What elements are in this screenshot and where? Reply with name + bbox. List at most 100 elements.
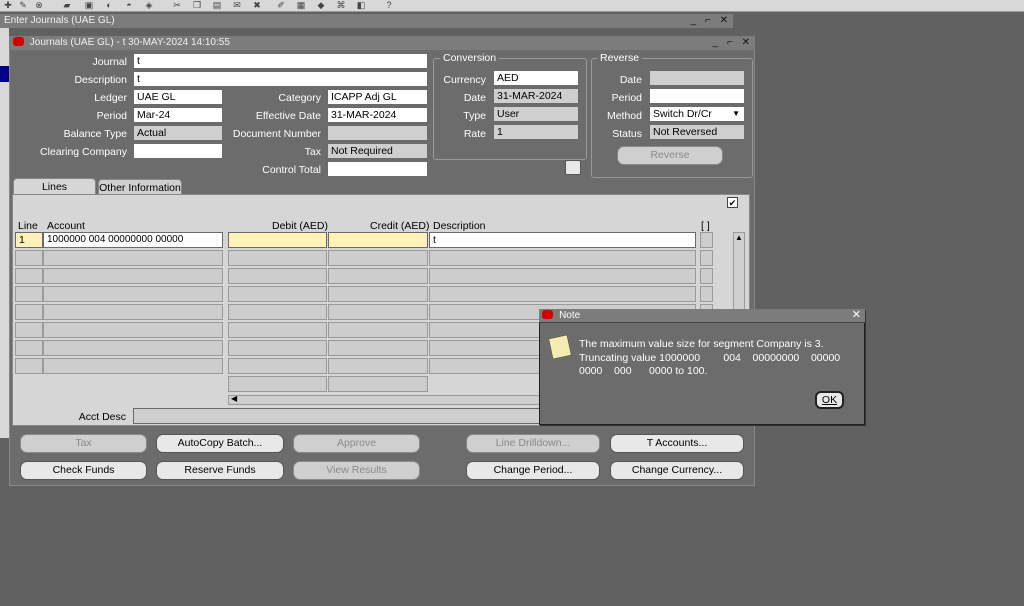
t-accounts-button[interactable]: T Accounts... bbox=[610, 434, 744, 453]
help-icon[interactable]: ? bbox=[384, 1, 394, 10]
table-row[interactable] bbox=[228, 250, 327, 266]
clear-record-icon[interactable]: ✉ bbox=[232, 1, 242, 10]
control-total-field[interactable] bbox=[327, 161, 428, 177]
acct-desc-field bbox=[133, 408, 540, 424]
table-row[interactable] bbox=[328, 250, 428, 266]
line-drilldown-button[interactable]: Line Drilldown... bbox=[466, 434, 600, 453]
conversion-title: Conversion bbox=[440, 52, 500, 64]
effective-date-field[interactable]: 31-MAR-2024 bbox=[327, 107, 428, 123]
tax-button[interactable]: Tax bbox=[20, 434, 147, 453]
edit-field-icon[interactable]: ✐ bbox=[276, 1, 286, 10]
table-row[interactable] bbox=[43, 268, 223, 284]
scroll-up-icon[interactable]: ▲ bbox=[735, 233, 743, 242]
scroll-left-icon[interactable]: ◀ bbox=[231, 394, 237, 403]
navigator-icon[interactable]: ⊗ bbox=[34, 1, 44, 10]
folder-icon[interactable]: ▰ bbox=[62, 1, 72, 10]
table-row[interactable] bbox=[43, 286, 223, 302]
outer-window-controls[interactable]: _ ⌐ ✕ bbox=[691, 14, 731, 27]
table-row[interactable] bbox=[228, 304, 327, 320]
journals-window-controls[interactable]: _ ⌐ ✕ bbox=[713, 36, 753, 49]
table-row[interactable] bbox=[328, 286, 428, 302]
table-row[interactable] bbox=[43, 250, 223, 266]
save-icon[interactable]: ▣ bbox=[84, 1, 94, 10]
delete-icon[interactable]: ✖ bbox=[252, 1, 262, 10]
table-row[interactable] bbox=[15, 286, 43, 302]
view-results-button[interactable]: View Results bbox=[293, 461, 420, 480]
paste-icon[interactable]: ▤ bbox=[212, 1, 222, 10]
folder-tools-icon[interactable]: ◧ bbox=[356, 1, 366, 10]
table-row[interactable] bbox=[43, 340, 223, 356]
row1-debit[interactable] bbox=[228, 232, 327, 248]
next-step-icon[interactable]: ◐ bbox=[104, 1, 114, 10]
table-row[interactable] bbox=[328, 358, 428, 374]
table-row[interactable] bbox=[228, 268, 327, 284]
attachments-icon[interactable]: ⌘ bbox=[336, 1, 346, 10]
table-row[interactable] bbox=[228, 322, 327, 338]
table-row[interactable] bbox=[429, 250, 696, 266]
table-row[interactable] bbox=[328, 268, 428, 284]
table-row[interactable] bbox=[328, 304, 428, 320]
find-icon[interactable]: ✎ bbox=[18, 1, 28, 10]
table-row[interactable] bbox=[15, 340, 43, 356]
horizontal-scrollbar[interactable]: ◀ bbox=[228, 394, 540, 405]
table-row[interactable] bbox=[228, 286, 327, 302]
table-row[interactable] bbox=[15, 268, 43, 284]
category-field[interactable]: ICAPP Adj GL bbox=[327, 89, 428, 105]
reverse-method-select[interactable]: Switch Dr/Cr ▼ bbox=[649, 106, 745, 122]
reverse-period-field[interactable] bbox=[649, 88, 745, 104]
row1-account[interactable]: 1000000 004 00000000 00000 bbox=[43, 232, 223, 248]
table-row[interactable] bbox=[228, 376, 327, 392]
tab-other-information[interactable]: Other Information bbox=[98, 179, 182, 194]
bracket-button[interactable] bbox=[560, 160, 584, 176]
row1-description[interactable]: t bbox=[429, 232, 696, 248]
cut-icon[interactable]: ✂ bbox=[172, 1, 182, 10]
table-row[interactable] bbox=[15, 358, 43, 374]
checkbox[interactable]: ✔ bbox=[727, 197, 738, 208]
ledger-field[interactable]: UAE GL bbox=[133, 89, 223, 105]
copy-icon[interactable]: ❐ bbox=[192, 1, 202, 10]
new-icon[interactable]: ✚ bbox=[3, 1, 13, 10]
close-form-icon[interactable]: ◈ bbox=[144, 1, 154, 10]
period-field[interactable]: Mar-24 bbox=[133, 107, 223, 123]
chevron-down-icon: ▼ bbox=[732, 109, 740, 118]
table-row[interactable] bbox=[328, 322, 428, 338]
tab-lines[interactable]: Lines bbox=[13, 178, 96, 195]
close-icon[interactable]: ✕ bbox=[852, 309, 861, 322]
table-row[interactable] bbox=[429, 268, 696, 284]
row1-folder[interactable] bbox=[700, 232, 713, 248]
reserve-funds-button[interactable]: Reserve Funds bbox=[156, 461, 284, 480]
ok-button[interactable]: OK bbox=[815, 391, 844, 409]
table-row[interactable] bbox=[429, 286, 696, 302]
journal-field[interactable]: t bbox=[133, 53, 428, 69]
table-row[interactable] bbox=[15, 322, 43, 338]
col-credit-header: Credit (AED) bbox=[370, 220, 430, 232]
reverse-button[interactable]: Reverse bbox=[617, 146, 723, 165]
currency-field[interactable]: AED bbox=[493, 70, 579, 86]
description-field[interactable]: t bbox=[133, 71, 428, 87]
row1-credit[interactable] bbox=[328, 232, 428, 248]
table-row[interactable] bbox=[700, 250, 713, 266]
translations-icon[interactable]: ◆ bbox=[316, 1, 326, 10]
clearing-company-field[interactable] bbox=[133, 143, 223, 159]
zoom-icon[interactable]: ▦ bbox=[296, 1, 306, 10]
change-currency-button[interactable]: Change Currency... bbox=[610, 461, 744, 480]
table-row[interactable] bbox=[15, 250, 43, 266]
table-row[interactable] bbox=[43, 304, 223, 320]
table-row[interactable] bbox=[228, 340, 327, 356]
autocopy-batch-button[interactable]: AutoCopy Batch... bbox=[156, 434, 284, 453]
tax-label: Tax bbox=[304, 146, 321, 158]
table-row[interactable] bbox=[328, 376, 428, 392]
table-row[interactable] bbox=[15, 304, 43, 320]
row1-line[interactable]: 1 bbox=[15, 232, 43, 248]
check-funds-button[interactable]: Check Funds bbox=[20, 461, 147, 480]
table-row[interactable] bbox=[700, 286, 713, 302]
table-row[interactable] bbox=[700, 268, 713, 284]
reverse-date-field bbox=[649, 70, 745, 86]
approve-button[interactable]: Approve bbox=[293, 434, 420, 453]
table-row[interactable] bbox=[43, 322, 223, 338]
table-row[interactable] bbox=[43, 358, 223, 374]
print-icon[interactable]: ◓ bbox=[124, 1, 134, 10]
change-period-button[interactable]: Change Period... bbox=[466, 461, 600, 480]
table-row[interactable] bbox=[228, 358, 327, 374]
table-row[interactable] bbox=[328, 340, 428, 356]
